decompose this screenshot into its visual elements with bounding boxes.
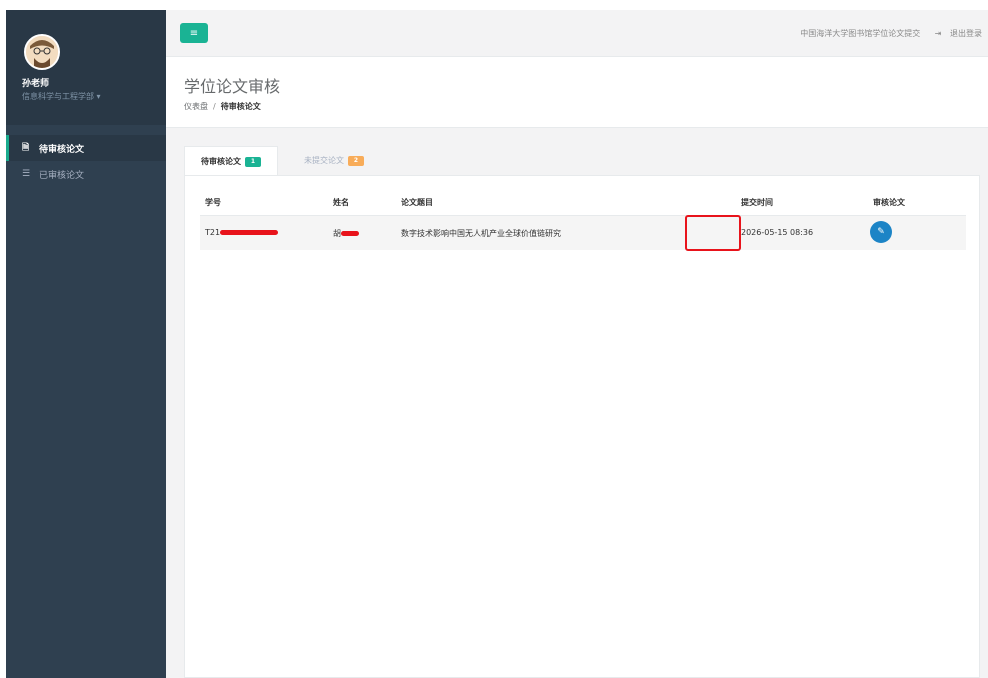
- top-right-links: 中国海洋大学图书馆学位论文提交 ⇥ 退出登录: [794, 28, 982, 39]
- content-card: 待审核论文 1 未提交论文 2 学号 姓名 论文题目 提交时间 审核论文 T21…: [184, 146, 980, 678]
- hamburger-icon: ≡: [189, 27, 199, 39]
- document-icon: 🗎: [22, 143, 30, 153]
- menu-toggle-button[interactable]: ≡: [180, 23, 208, 43]
- edit-icon: ✎: [877, 227, 885, 237]
- tab-label: 待审核论文: [201, 157, 241, 166]
- count-badge: 1: [245, 156, 261, 167]
- breadcrumb-dashboard-link[interactable]: 仪表盘: [184, 102, 208, 111]
- tab-label: 未提交论文: [304, 156, 344, 165]
- redaction-mark: [220, 230, 279, 235]
- sidebar: 孙老师 信息科学与工程学部 ▾ 🗎 待审核论文 ☰ 已审核论文: [6, 10, 166, 678]
- avatar-face-icon: [26, 36, 58, 68]
- table-panel: 学号 姓名 论文题目 提交时间 审核论文 T21 胡 数字技术影响中国无人机产业…: [184, 175, 980, 678]
- cell-student-id: T21: [205, 228, 279, 237]
- student-id-prefix: T21: [205, 228, 221, 237]
- page-title: 学位论文审核: [184, 77, 281, 96]
- sidebar-item-label: 已审核论文: [39, 170, 85, 181]
- column-header-submit-time: 提交时间: [741, 198, 773, 207]
- breadcrumb: 仪表盘 / 待审核论文: [184, 101, 261, 112]
- logout-label: 退出登录: [950, 29, 982, 38]
- logout-link[interactable]: ⇥ 退出登录: [929, 29, 982, 38]
- tab-bar: 待审核论文 1 未提交论文 2: [184, 146, 980, 176]
- profile-panel: 孙老师 信息科学与工程学部 ▾: [6, 10, 166, 125]
- sidebar-item-reviewed[interactable]: ☰ 已审核论文: [6, 161, 166, 187]
- cell-submit-time: 2026-05-15 08:36: [741, 228, 814, 237]
- caret-down-icon: ▾: [96, 92, 101, 101]
- table-row[interactable]: T21 胡 数字技术影响中国无人机产业全球价值链研究 2026-05-15 08…: [200, 216, 966, 250]
- page-heading: 学位论文审核 仪表盘 / 待审核论文: [166, 57, 988, 128]
- department-label: 信息科学与工程学部: [22, 92, 94, 101]
- cell-name: 胡: [333, 228, 359, 239]
- column-header-student-id: 学号: [205, 198, 221, 207]
- tab-pending-review[interactable]: 待审核论文 1: [184, 146, 278, 176]
- column-header-name: 姓名: [333, 198, 349, 207]
- name-prefix: 胡: [333, 229, 341, 238]
- system-name: 中国海洋大学图书馆学位论文提交: [800, 29, 921, 38]
- tab-not-submitted[interactable]: 未提交论文 2: [288, 146, 380, 175]
- top-navbar: ≡ 中国海洋大学图书馆学位论文提交 ⇥ 退出登录: [166, 10, 988, 57]
- breadcrumb-current: 待审核论文: [220, 102, 261, 111]
- sidebar-item-pending-review[interactable]: 🗎 待审核论文: [6, 135, 166, 161]
- breadcrumb-separator: /: [213, 102, 216, 111]
- count-badge: 2: [348, 155, 364, 166]
- cell-thesis-title: 数字技术影响中国无人机产业全球价值链研究: [401, 229, 561, 238]
- review-thesis-button[interactable]: ✎: [870, 221, 892, 243]
- column-header-title: 论文题目: [401, 198, 433, 207]
- list-icon: ☰: [22, 169, 31, 179]
- sidebar-item-label: 待审核论文: [39, 144, 85, 155]
- logout-icon: ⇥: [934, 29, 942, 38]
- user-name: 孙老师: [22, 79, 50, 89]
- redaction-mark: [341, 231, 359, 236]
- column-header-review: 审核论文: [873, 198, 905, 207]
- department-dropdown[interactable]: 信息科学与工程学部 ▾: [22, 91, 101, 102]
- avatar[interactable]: [24, 34, 60, 70]
